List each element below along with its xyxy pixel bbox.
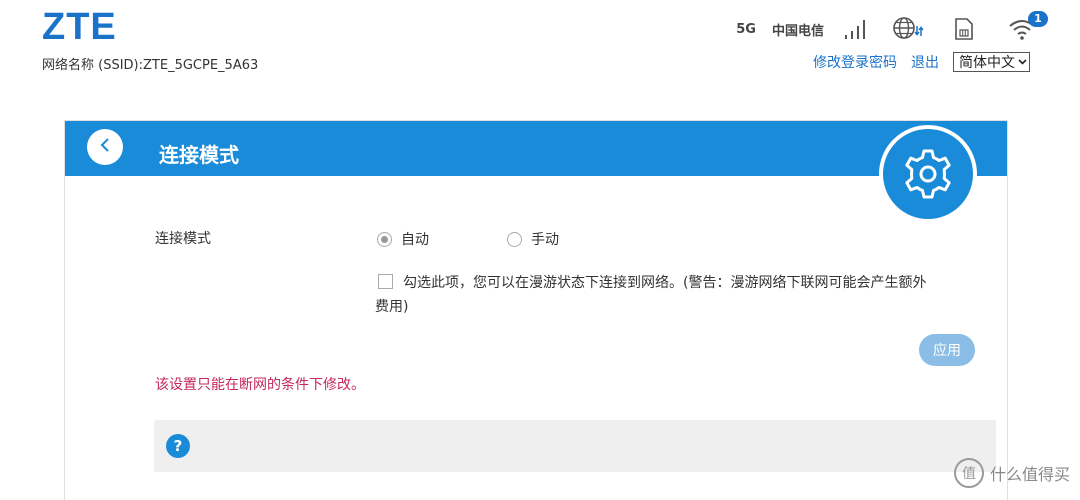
chevron-left-icon — [99, 137, 111, 157]
change-password-link[interactable]: 修改登录密码 — [813, 52, 897, 72]
radio-manual[interactable]: 手动 — [507, 229, 559, 249]
chevron-down-icon — [1018, 57, 1027, 68]
radio-auto-label: 自动 — [401, 232, 429, 248]
logout-link[interactable]: 退出 — [911, 52, 939, 72]
radio-auto-circle[interactable] — [377, 231, 392, 247]
help-icon[interactable]: ? — [166, 434, 190, 458]
wifi-icon[interactable]: 1 — [1008, 11, 1048, 41]
ssid-value: ZTE_5GCPE_5A63 — [143, 58, 259, 73]
gear-icon — [879, 125, 977, 223]
watermark: 值 什么值得买 — [953, 458, 1070, 488]
network-type: 5G — [736, 21, 756, 37]
mode-radio-group: 自动 手动 — [377, 229, 559, 249]
wifi-count-badge: 1 — [1028, 11, 1048, 27]
signal-icon — [844, 18, 870, 40]
zte-logo: ZTE — [42, 6, 117, 48]
ssid-label: 网络名称 (SSID): — [42, 58, 144, 73]
warning-text: 该设置只能在断网的条件下修改。 — [155, 377, 365, 393]
help-bar: ? — [154, 420, 996, 472]
mode-label: 连接模式 — [155, 231, 211, 247]
roaming-text: 勾选此项，您可以在漫游状态下连接到网络。(警告：漫游网络下联网可能会产生额外费用… — [375, 275, 927, 315]
roaming-option: 勾选此项，您可以在漫游状态下连接到网络。(警告：漫游网络下联网可能会产生额外费用… — [375, 271, 935, 319]
sim-card-icon — [954, 17, 974, 41]
radio-auto[interactable]: 自动 — [377, 229, 429, 249]
globe-data-icon[interactable] — [892, 16, 924, 42]
connection-mode-panel: 连接模式 连接模式 自动 手动 勾选此项，您可以在漫游状态下连接到网络。(警告：… — [64, 120, 1008, 500]
language-value: 简体中文 — [959, 55, 1015, 71]
back-button[interactable] — [87, 129, 123, 165]
panel-header: 连接模式 — [65, 121, 1007, 223]
roaming-checkbox[interactable] — [378, 274, 393, 289]
watermark-logo: 值 — [953, 458, 984, 488]
ssid-line: 网络名称 (SSID):ZTE_5GCPE_5A63 — [42, 54, 258, 73]
radio-manual-circle[interactable] — [507, 231, 522, 247]
top-links: 修改登录密码 退出 简体中文 — [799, 52, 1030, 72]
apply-button[interactable]: 应用 — [919, 334, 975, 366]
panel-title: 连接模式 — [159, 143, 239, 167]
radio-manual-label: 手动 — [531, 232, 559, 248]
carrier-name: 中国电信 — [771, 23, 824, 39]
status-bar: 5G 中国电信 1 — [736, 11, 1048, 44]
watermark-text: 什么值得买 — [989, 465, 1070, 484]
watermark-glyph: 值 — [961, 466, 976, 482]
language-select[interactable]: 简体中文 — [953, 52, 1030, 72]
